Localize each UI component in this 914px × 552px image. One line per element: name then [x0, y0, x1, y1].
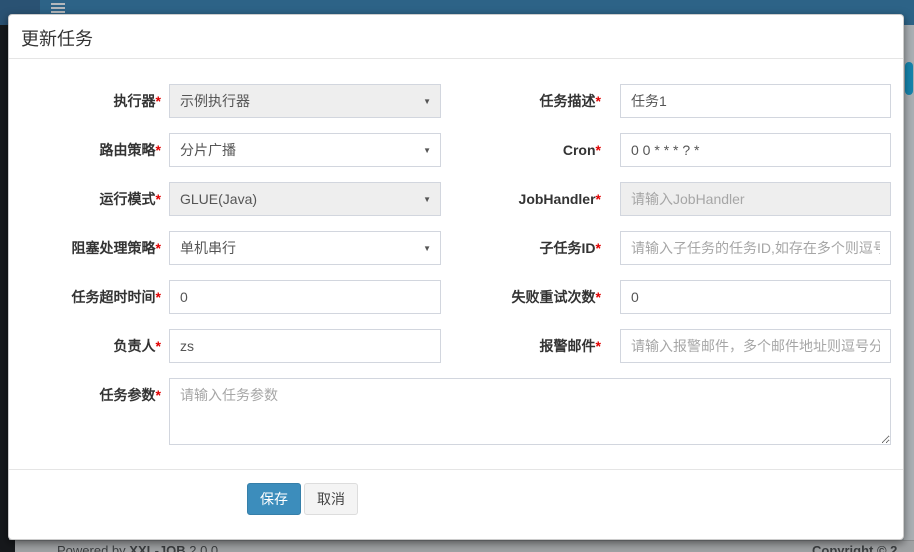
page-scrollbar[interactable] — [904, 25, 914, 552]
required-asterisk: * — [156, 338, 161, 354]
cron-input[interactable] — [620, 133, 891, 167]
required-asterisk: * — [156, 191, 161, 207]
header-divider — [9, 58, 903, 59]
required-asterisk: * — [596, 338, 601, 354]
required-asterisk: * — [156, 142, 161, 158]
block-strategy-label: 阻塞处理策略* — [9, 231, 161, 265]
timeout-label: 任务超时时间* — [9, 280, 161, 314]
alarm-email-input[interactable] — [620, 329, 891, 363]
jobhandler-label: JobHandler* — [309, 182, 601, 216]
jobhandler-input — [620, 182, 891, 216]
glue-type-label: 运行模式* — [9, 182, 161, 216]
child-job-id-input[interactable] — [620, 231, 891, 265]
sidebar-footer-corner — [0, 540, 15, 552]
required-asterisk: * — [156, 289, 161, 305]
child-job-id-label: 子任务ID* — [309, 231, 601, 265]
task-description-label: 任务描述* — [309, 84, 601, 118]
executor-label: 执行器* — [9, 84, 161, 118]
powered-by-text: Powered by XXL-JOB 2.0.0 — [57, 543, 218, 552]
author-label: 负责人* — [9, 329, 161, 363]
task-description-input[interactable] — [620, 84, 891, 118]
form-row: 路由策略* 分片广播▼ Cron* — [9, 133, 903, 167]
copyright-text: Copyright © 2 — [812, 543, 897, 552]
footer-divider — [9, 469, 903, 470]
brand-name: XXL-JOB — [129, 543, 185, 552]
form-row: 运行模式* GLUE(Java)▼ JobHandler* — [9, 182, 903, 216]
required-asterisk: * — [156, 240, 161, 256]
form-row: 任务超时时间* 失败重试次数* — [9, 280, 903, 314]
required-asterisk: * — [156, 93, 161, 109]
job-param-textarea[interactable] — [169, 378, 891, 445]
update-task-modal: 更新任务 执行器* 示例执行器▼ 任务描述* 路由策略* 分片广播▼ Cron*… — [8, 14, 904, 540]
required-asterisk: * — [596, 240, 601, 256]
required-asterisk: * — [596, 191, 601, 207]
required-asterisk: * — [596, 289, 601, 305]
cron-label: Cron* — [309, 133, 601, 167]
form-row: 任务参数* — [9, 378, 903, 445]
required-asterisk: * — [156, 387, 161, 403]
alarm-email-label: 报警邮件* — [309, 329, 601, 363]
save-button[interactable]: 保存 — [247, 483, 301, 515]
route-strategy-label: 路由策略* — [9, 133, 161, 167]
fail-retry-label: 失败重试次数* — [309, 280, 601, 314]
job-param-label: 任务参数* — [9, 378, 161, 412]
form-row: 阻塞处理策略* 单机串行▼ 子任务ID* — [9, 231, 903, 265]
form-row: 负责人* 报警邮件* — [9, 329, 903, 363]
page-footer: Powered by XXL-JOB 2.0.0 Copyright © 2 — [0, 540, 914, 552]
required-asterisk: * — [596, 142, 601, 158]
scrollbar-thumb[interactable] — [905, 62, 913, 95]
form-row: 执行器* 示例执行器▼ 任务描述* — [9, 84, 903, 118]
fail-retry-input[interactable] — [620, 280, 891, 314]
required-asterisk: * — [596, 93, 601, 109]
cancel-button[interactable]: 取消 — [304, 483, 358, 515]
modal-title: 更新任务 — [21, 25, 93, 51]
